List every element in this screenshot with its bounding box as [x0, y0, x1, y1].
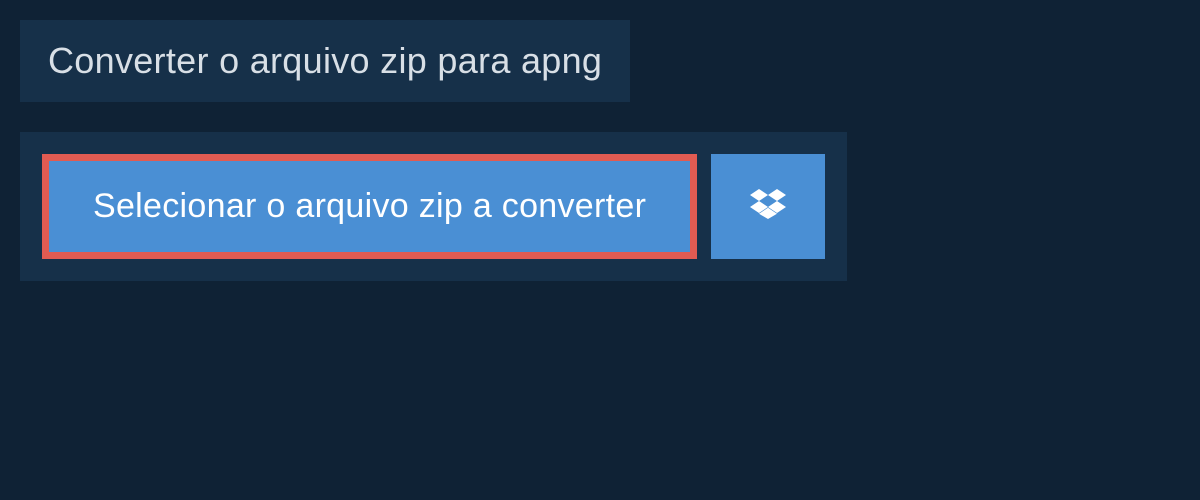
dropbox-icon	[750, 186, 786, 227]
dropbox-button[interactable]	[711, 154, 825, 259]
select-file-label: Selecionar o arquivo zip a converter	[93, 187, 646, 226]
upload-panel: Selecionar o arquivo zip a converter	[20, 132, 847, 281]
page-title: Converter o arquivo zip para apng	[48, 40, 602, 82]
select-file-button[interactable]: Selecionar o arquivo zip a converter	[42, 154, 697, 259]
header-title-box: Converter o arquivo zip para apng	[20, 20, 630, 102]
